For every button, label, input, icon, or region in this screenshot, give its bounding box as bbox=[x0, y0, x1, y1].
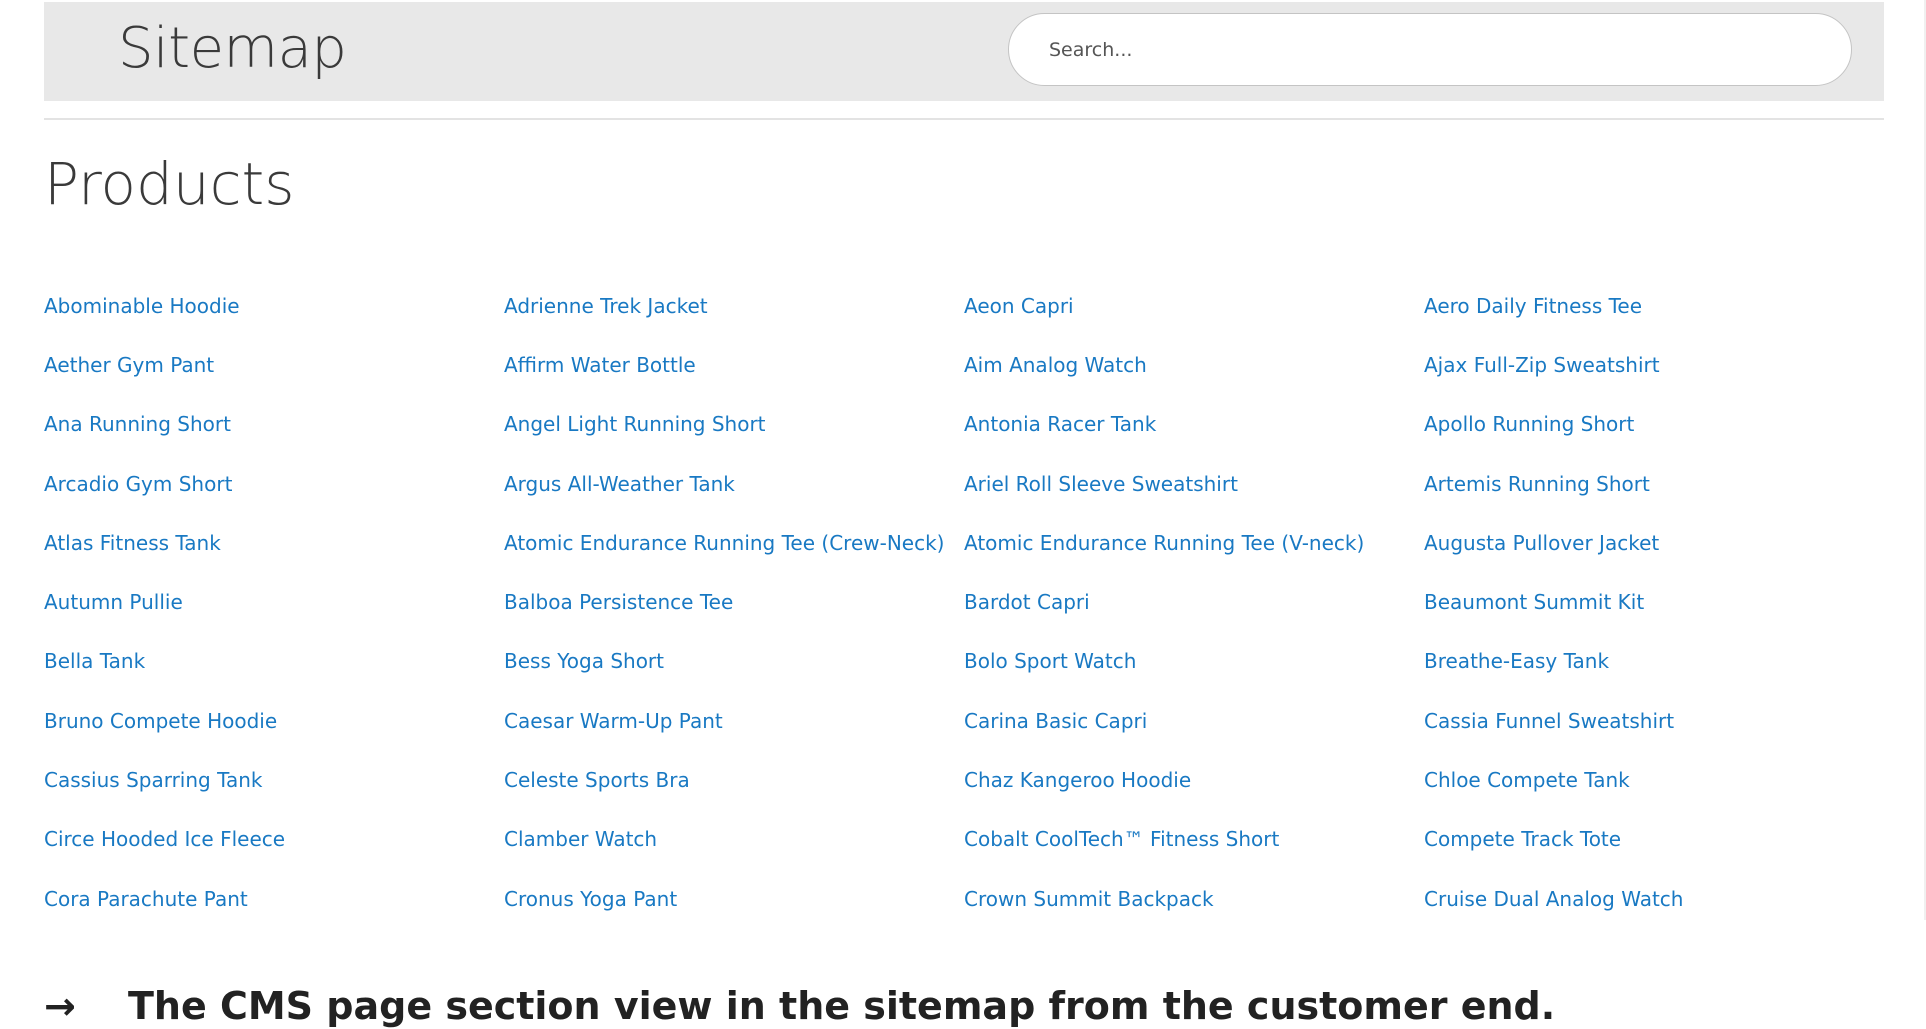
product-link-list: Abominable Hoodie Adrienne Trek Jacket Aeo… bbox=[44, 276, 1884, 928]
product-link[interactable]: Abominable Hoodie bbox=[44, 294, 240, 318]
product-link[interactable]: Aim Analog Watch bbox=[964, 353, 1147, 377]
product-link[interactable]: Ariel Roll Sleeve Sweatshirt bbox=[964, 472, 1238, 496]
product-link[interactable]: Antonia Racer Tank bbox=[964, 412, 1156, 436]
product-link[interactable]: Argus All-Weather Tank bbox=[504, 472, 735, 496]
product-list-item: Cassius Sparring Tank bbox=[44, 750, 504, 809]
product-list-item: Arcadio Gym Short bbox=[44, 454, 504, 513]
product-link[interactable]: Cora Parachute Pant bbox=[44, 887, 248, 911]
product-link[interactable]: Autumn Pullie bbox=[44, 590, 183, 614]
product-link[interactable]: Aether Gym Pant bbox=[44, 353, 214, 377]
product-link[interactable]: Clamber Watch bbox=[504, 827, 657, 851]
product-link[interactable]: Balboa Persistence Tee bbox=[504, 590, 733, 614]
product-link[interactable]: Beaumont Summit Kit bbox=[1424, 590, 1644, 614]
product-link[interactable]: Cronus Yoga Pant bbox=[504, 887, 677, 911]
product-list-item: Cruise Dual Analog Watch bbox=[1424, 869, 1884, 928]
arrow-icon: → bbox=[44, 984, 76, 1028]
product-link[interactable]: Chloe Compete Tank bbox=[1424, 768, 1630, 792]
product-link[interactable]: Bruno Compete Hoodie bbox=[44, 709, 277, 733]
product-list-item: Ana Running Short bbox=[44, 395, 504, 454]
product-list-item: Apollo Running Short bbox=[1424, 395, 1884, 454]
product-link[interactable]: Arcadio Gym Short bbox=[44, 472, 232, 496]
product-list-item: Bruno Compete Hoodie bbox=[44, 691, 504, 750]
product-list-item: Adrienne Trek Jacket bbox=[504, 276, 964, 335]
product-list-item: Celeste Sports Bra bbox=[504, 750, 964, 809]
product-list-item: Bolo Sport Watch bbox=[964, 632, 1424, 691]
product-link[interactable]: Breathe-Easy Tank bbox=[1424, 649, 1609, 673]
search-box[interactable] bbox=[1008, 13, 1852, 86]
product-link[interactable]: Angel Light Running Short bbox=[504, 412, 766, 436]
product-list-item: Crown Summit Backpack bbox=[964, 869, 1424, 928]
product-list-item: Cora Parachute Pant bbox=[44, 869, 504, 928]
product-link[interactable]: Crown Summit Backpack bbox=[964, 887, 1214, 911]
header-divider bbox=[44, 118, 1884, 120]
product-list-item: Circe Hooded Ice Fleece bbox=[44, 810, 504, 869]
product-list-item: Chaz Kangeroo Hoodie bbox=[964, 750, 1424, 809]
product-link[interactable]: Caesar Warm-Up Pant bbox=[504, 709, 723, 733]
product-link[interactable]: Cruise Dual Analog Watch bbox=[1424, 887, 1683, 911]
product-list-item: Ariel Roll Sleeve Sweatshirt bbox=[964, 454, 1424, 513]
product-list-item: Aeon Capri bbox=[964, 276, 1424, 335]
product-list-item: Breathe-Easy Tank bbox=[1424, 632, 1884, 691]
product-link[interactable]: Carina Basic Capri bbox=[964, 709, 1147, 733]
product-list-item: Affirm Water Bottle bbox=[504, 335, 964, 394]
product-list-item: Clamber Watch bbox=[504, 810, 964, 869]
sitemap-page: Sitemap Products Abominable Hoodie Adrien… bbox=[0, 0, 1926, 1029]
products-section-title: Products bbox=[44, 150, 295, 218]
product-list-item: Argus All-Weather Tank bbox=[504, 454, 964, 513]
product-list-item: Bella Tank bbox=[44, 632, 504, 691]
product-link[interactable]: Bolo Sport Watch bbox=[964, 649, 1136, 673]
product-link[interactable]: Ana Running Short bbox=[44, 412, 231, 436]
product-list-item: Bess Yoga Short bbox=[504, 632, 964, 691]
product-list-item: Antonia Racer Tank bbox=[964, 395, 1424, 454]
product-link[interactable]: Celeste Sports Bra bbox=[504, 768, 690, 792]
product-list-item: Angel Light Running Short bbox=[504, 395, 964, 454]
product-link[interactable]: Artemis Running Short bbox=[1424, 472, 1650, 496]
product-link[interactable]: Atomic Endurance Running Tee (Crew-Neck) bbox=[504, 531, 944, 555]
product-link[interactable]: Bardot Capri bbox=[964, 590, 1090, 614]
product-list-item: Ajax Full-Zip Sweatshirt bbox=[1424, 335, 1884, 394]
product-link[interactable]: Cobalt CoolTech™ Fitness Short bbox=[964, 827, 1279, 851]
product-list-item: Bardot Capri bbox=[964, 572, 1424, 631]
product-list-item: Caesar Warm-Up Pant bbox=[504, 691, 964, 750]
product-list-item: Abominable Hoodie bbox=[44, 276, 504, 335]
product-list-item: Carina Basic Capri bbox=[964, 691, 1424, 750]
product-list-item: Atlas Fitness Tank bbox=[44, 513, 504, 572]
product-link[interactable]: Cassia Funnel Sweatshirt bbox=[1424, 709, 1674, 733]
product-link[interactable]: Adrienne Trek Jacket bbox=[504, 294, 708, 318]
product-list-item: Augusta Pullover Jacket bbox=[1424, 513, 1884, 572]
product-list-item: Cassia Funnel Sweatshirt bbox=[1424, 691, 1884, 750]
product-list-item: Atomic Endurance Running Tee (V-neck) bbox=[964, 513, 1424, 572]
product-list-item: Beaumont Summit Kit bbox=[1424, 572, 1884, 631]
product-link[interactable]: Bess Yoga Short bbox=[504, 649, 664, 673]
product-link[interactable]: Ajax Full-Zip Sweatshirt bbox=[1424, 353, 1660, 377]
product-link[interactable]: Chaz Kangeroo Hoodie bbox=[964, 768, 1191, 792]
product-link[interactable]: Compete Track Tote bbox=[1424, 827, 1621, 851]
product-link[interactable]: Atlas Fitness Tank bbox=[44, 531, 221, 555]
caption-text: The CMS page section view in the sitemap… bbox=[128, 984, 1556, 1028]
product-link[interactable]: Affirm Water Bottle bbox=[504, 353, 696, 377]
product-list-item: Cobalt CoolTech™ Fitness Short bbox=[964, 810, 1424, 869]
product-list-item: Compete Track Tote bbox=[1424, 810, 1884, 869]
product-list-item: Artemis Running Short bbox=[1424, 454, 1884, 513]
product-list-item: Aim Analog Watch bbox=[964, 335, 1424, 394]
product-list-item: Autumn Pullie bbox=[44, 572, 504, 631]
product-link[interactable]: Augusta Pullover Jacket bbox=[1424, 531, 1659, 555]
product-link[interactable]: Atomic Endurance Running Tee (V-neck) bbox=[964, 531, 1364, 555]
caption: → The CMS page section view in the sitema… bbox=[44, 982, 1555, 1029]
product-link[interactable]: Circe Hooded Ice Fleece bbox=[44, 827, 285, 851]
product-link[interactable]: Aero Daily Fitness Tee bbox=[1424, 294, 1642, 318]
product-list-item: Cronus Yoga Pant bbox=[504, 869, 964, 928]
product-list-item: Atomic Endurance Running Tee (Crew-Neck) bbox=[504, 513, 964, 572]
page-title: Sitemap bbox=[118, 16, 347, 81]
product-list-item: Balboa Persistence Tee bbox=[504, 572, 964, 631]
product-link[interactable]: Bella Tank bbox=[44, 649, 145, 673]
product-list-item: Aero Daily Fitness Tee bbox=[1424, 276, 1884, 335]
product-link[interactable]: Aeon Capri bbox=[964, 294, 1074, 318]
search-input[interactable] bbox=[1049, 14, 1829, 85]
product-link[interactable]: Cassius Sparring Tank bbox=[44, 768, 263, 792]
product-list-item: Chloe Compete Tank bbox=[1424, 750, 1884, 809]
product-list-item: Aether Gym Pant bbox=[44, 335, 504, 394]
header-bar: Sitemap bbox=[44, 2, 1884, 101]
product-link[interactable]: Apollo Running Short bbox=[1424, 412, 1634, 436]
